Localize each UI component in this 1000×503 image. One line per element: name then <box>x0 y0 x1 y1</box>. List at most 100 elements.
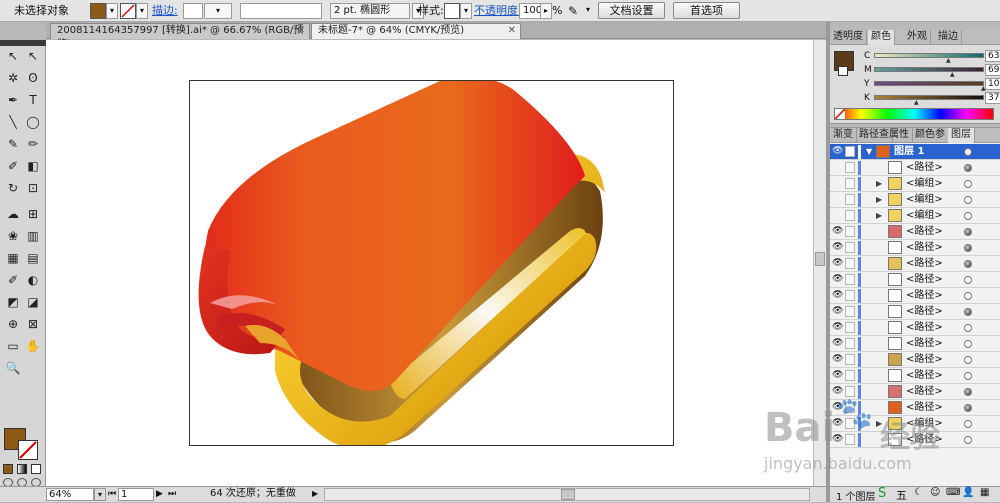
tab-color-guide[interactable]: 颜色参 <box>912 128 949 143</box>
eye-icon[interactable] <box>832 163 842 172</box>
fill-dropdown[interactable]: ▾ <box>106 3 118 19</box>
black-value[interactable]: 37.11 <box>985 92 1000 104</box>
artwork-illustration[interactable] <box>190 81 674 446</box>
recolor-dropdown[interactable]: ▾ <box>582 3 594 19</box>
expand-icon[interactable]: ▶ <box>876 208 882 224</box>
tab-document-1[interactable]: 2008114164357997 [转换].ai* @ 66.67% (RGB/… <box>50 23 310 50</box>
slice-icon[interactable]: ⊠ <box>24 316 42 332</box>
tab-gradient[interactable]: 渐变 <box>830 128 857 143</box>
next-page-icon[interactable]: ▶ <box>156 488 166 501</box>
target-icon[interactable] <box>964 420 972 428</box>
target-icon[interactable] <box>964 404 972 412</box>
tab-stroke[interactable]: 描边 <box>935 30 962 45</box>
symbol-sprayer-icon[interactable]: ❀ <box>4 228 22 244</box>
lock-cell[interactable] <box>845 354 855 365</box>
target-icon[interactable] <box>964 260 972 268</box>
layer-row[interactable]: 👁 <路径> <box>830 304 1000 320</box>
lock-cell[interactable] <box>845 322 855 333</box>
none-color-icon[interactable] <box>835 109 845 119</box>
stroke-weight-dropdown[interactable]: ▾ <box>204 3 232 19</box>
close-icon[interactable]: ✕ <box>508 24 516 38</box>
expand-icon[interactable]: ▶ <box>876 176 882 192</box>
none-mode-icon[interactable] <box>31 464 41 474</box>
ellipse-icon[interactable]: ◯ <box>24 114 42 130</box>
lock-cell[interactable] <box>845 162 855 173</box>
layer-row[interactable]: 👁 <路径> <box>830 256 1000 272</box>
stroke-link[interactable]: 描边: <box>152 3 178 19</box>
layer-name[interactable]: <路径> <box>906 256 943 272</box>
tab-transparency[interactable]: 透明度 <box>830 30 867 45</box>
eye-icon[interactable] <box>832 195 842 204</box>
color-spectrum[interactable] <box>834 108 994 120</box>
fill-swatch[interactable] <box>90 3 106 19</box>
eye-icon[interactable]: 👁 <box>832 339 843 348</box>
lock-cell[interactable] <box>845 194 855 205</box>
target-icon[interactable] <box>964 228 972 236</box>
eye-icon[interactable]: 👁 <box>832 227 843 236</box>
style-swatch[interactable] <box>444 3 460 19</box>
horizontal-scrollbar[interactable] <box>324 488 810 501</box>
magic-wand-icon[interactable]: ✲ <box>4 70 22 86</box>
layer-name[interactable]: <路径> <box>906 240 943 256</box>
zoom-dropdown[interactable]: ▾ <box>94 488 106 501</box>
lock-cell[interactable] <box>845 242 855 253</box>
layer-name[interactable]: <路径> <box>906 304 943 320</box>
close-icon[interactable]: ✕ <box>297 24 305 38</box>
stroke-dropdown[interactable]: ▾ <box>136 3 148 19</box>
artboard[interactable] <box>189 80 674 446</box>
paintbrush-icon[interactable]: ✎ <box>4 136 22 152</box>
scroll-thumb[interactable] <box>815 252 825 266</box>
eye-icon[interactable]: 👁 <box>832 275 843 284</box>
layer-name[interactable]: <路径> <box>906 352 943 368</box>
tab-attributes[interactable]: 属性 <box>886 128 913 143</box>
target-icon[interactable] <box>964 340 972 348</box>
direct-select-icon[interactable]: ↖ <box>24 48 42 64</box>
eyedropper-icon[interactable]: ✐ <box>4 272 22 288</box>
preferences-button[interactable]: 首选项 <box>673 2 740 19</box>
magenta-slider[interactable]: M ▲ 69.53 <box>860 64 1000 78</box>
mesh-icon[interactable]: ▦ <box>4 250 22 266</box>
target-icon[interactable] <box>964 324 972 332</box>
layer-row[interactable]: 👁 <路径> <box>830 288 1000 304</box>
layer-row[interactable]: <路径> <box>830 160 1000 176</box>
rotate-icon[interactable]: ↻ <box>4 180 22 196</box>
pencil-icon[interactable]: ✏ <box>24 136 42 152</box>
opacity-dropdown[interactable]: ▸ <box>540 3 552 19</box>
target-icon[interactable] <box>964 180 972 188</box>
blob-brush-icon[interactable]: ✐ <box>4 158 22 174</box>
target-icon[interactable] <box>964 292 972 300</box>
variable-width-field[interactable] <box>240 3 322 19</box>
target-icon[interactable] <box>964 308 972 316</box>
blend-icon[interactable]: ◐ <box>24 272 42 288</box>
eye-icon[interactable]: 👁 <box>832 387 843 396</box>
cyan-value[interactable]: 63.67 <box>985 50 1000 62</box>
status-menu-icon[interactable]: ▶ <box>312 488 322 501</box>
layer-name[interactable]: <路径> <box>906 224 943 240</box>
layer-row[interactable]: 👁 <路径> <box>830 352 1000 368</box>
stroke-swatch[interactable] <box>120 3 136 19</box>
keyboard-icon[interactable]: ⌨ <box>946 487 960 498</box>
layer-name[interactable]: <编组> <box>906 208 943 224</box>
layer-name[interactable]: <路径> <box>906 160 943 176</box>
eraser-icon[interactable]: ◧ <box>24 158 42 174</box>
last-page-icon[interactable]: ⏭ <box>168 488 178 501</box>
lock-cell[interactable] <box>845 178 855 189</box>
target-icon[interactable] <box>964 388 972 396</box>
tools-grip[interactable] <box>0 40 46 46</box>
zoom-field[interactable]: 64% <box>46 488 94 501</box>
stroke-swatch-small[interactable] <box>838 66 848 76</box>
lock-cell[interactable] <box>845 306 855 317</box>
lock-cell[interactable] <box>845 258 855 269</box>
layer-row[interactable]: 👁 <路径> <box>830 336 1000 352</box>
layer-name[interactable]: <路径> <box>906 336 943 352</box>
tab-layers[interactable]: 图层 <box>948 128 975 143</box>
lock-cell[interactable] <box>845 274 855 285</box>
layer-name[interactable]: 图层 1 <box>894 144 924 160</box>
target-icon[interactable] <box>964 244 972 252</box>
target-icon[interactable] <box>964 148 972 156</box>
layer-row[interactable]: 👁 <路径> <box>830 368 1000 384</box>
target-icon[interactable] <box>964 196 972 204</box>
layer-row[interactable]: 👁 <路径> <box>830 224 1000 240</box>
lock-cell[interactable] <box>845 226 855 237</box>
type-icon[interactable]: T <box>24 92 42 108</box>
